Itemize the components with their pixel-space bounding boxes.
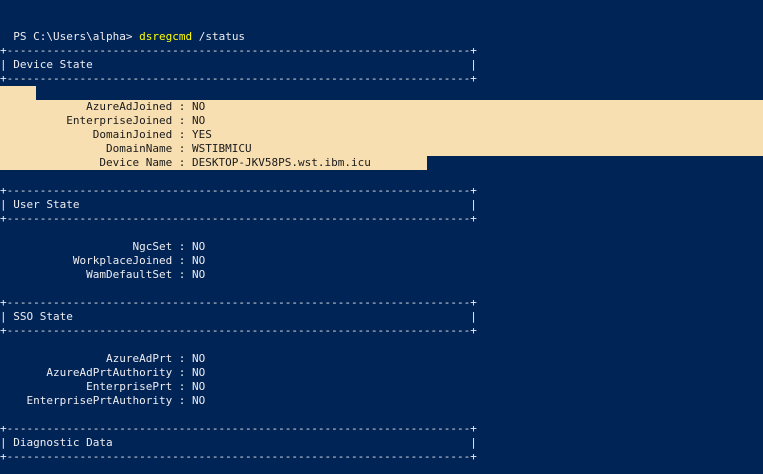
row-domain-name: DomainName : WSTIBMICU [0,142,252,155]
row-enterprise-prt-authority: EnterprisePrtAuthority : NO [0,394,206,407]
prompt-text: PS C:\Users\alpha> [13,30,140,43]
command-args: /status [192,30,246,43]
border-top-device: +---------------------------------------… [0,44,477,57]
prompt-line: PS C:\Users\alpha> dsregcmd /status [0,16,245,43]
border-bottom-sso: +---------------------------------------… [0,324,477,337]
row-wam-default-set: WamDefaultSet : NO [0,268,206,281]
row-enterprise-prt: EnterprisePrt : NO [0,380,206,393]
selection-highlight-first-line [0,86,36,100]
border-top-user: +---------------------------------------… [0,184,477,197]
row-azure-ad-joined: AzureAdJoined : NO [0,100,206,113]
border-bottom-user: +---------------------------------------… [0,212,477,225]
row-workplace-joined: WorkplaceJoined : NO [0,254,206,267]
row-azure-ad-prt-authority: AzureAdPrtAuthority : NO [0,366,206,379]
command-name: dsregcmd [139,30,193,43]
border-top-diagnostic: +---------------------------------------… [0,422,477,435]
row-domain-joined: DomainJoined : YES [0,128,212,141]
section-title-user-state: | User State | [0,198,477,211]
border-bottom-device: +---------------------------------------… [0,72,477,85]
row-ngc-set: NgcSet : NO [0,240,206,253]
row-device-name: Device Name : DESKTOP-JKV58PS.wst.ibm.ic… [0,156,371,169]
row-azure-ad-prt: AzureAdPrt : NO [0,352,206,365]
section-title-diagnostic-data: | Diagnostic Data | [0,436,477,449]
border-bottom-diagnostic: +---------------------------------------… [0,450,477,463]
section-title-sso-state: | SSO State | [0,310,477,323]
section-title-device-state: | Device State | [0,58,477,71]
row-enterprise-joined: EnterpriseJoined : NO [0,114,206,127]
border-top-sso: +---------------------------------------… [0,296,477,309]
